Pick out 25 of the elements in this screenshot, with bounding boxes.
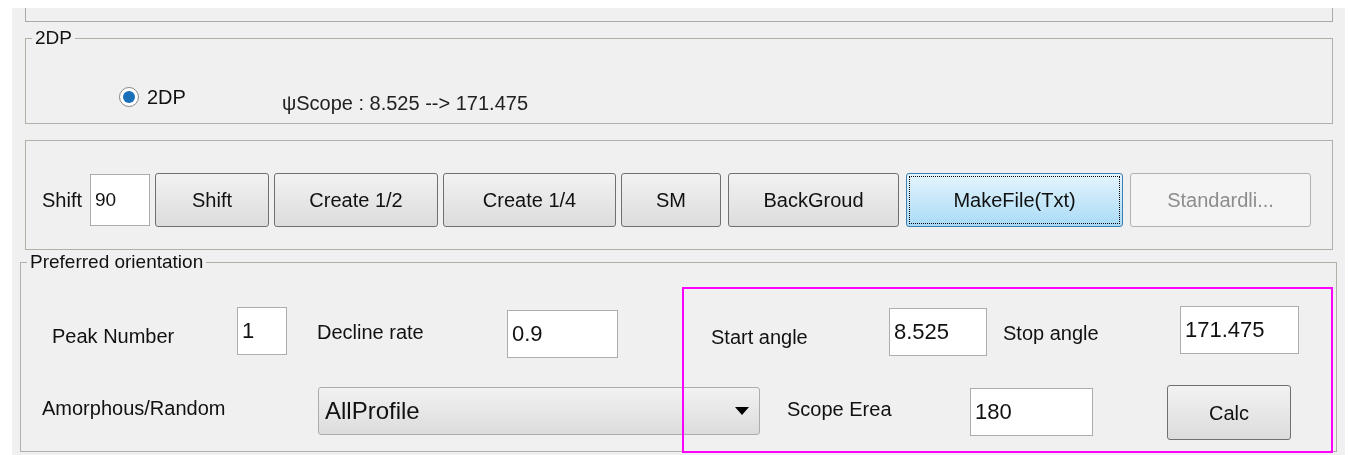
- field-label: Peak Number: [52, 324, 175, 349]
- number-input[interactable]: 0.9: [507, 310, 618, 358]
- number-input[interactable]: 1: [237, 307, 287, 355]
- toolbar-button[interactable]: MakeFile(Txt): [906, 173, 1124, 227]
- toolbar-button[interactable]: Create 1/2: [274, 173, 439, 227]
- number-input[interactable]: 180: [970, 388, 1093, 436]
- toolbar-button[interactable]: Shift: [155, 173, 270, 227]
- number-input[interactable]: 171.475: [1180, 306, 1299, 354]
- field-label: Stop angle: [1003, 321, 1099, 346]
- toolbar-button[interactable]: Create 1/4: [443, 173, 617, 227]
- field-label: Decline rate: [317, 320, 424, 345]
- radio-label: 2DP: [147, 85, 186, 110]
- dropdown[interactable]: AllProfile: [318, 387, 760, 435]
- field-label: Scope Erea: [787, 397, 892, 422]
- toolbar-button[interactable]: BackGroud: [728, 173, 900, 227]
- scope-text: ψScope : 8.525 --> 171.475: [281, 91, 528, 116]
- shift-input[interactable]: 90: [90, 174, 151, 226]
- radio-button[interactable]: [119, 87, 139, 107]
- field-label: Amorphous/Random: [42, 396, 226, 421]
- caret-icon: [735, 407, 749, 415]
- toolbar-button[interactable]: SM: [621, 173, 722, 227]
- calc-button[interactable]: Calc: [1167, 385, 1291, 440]
- shift-label: Shift: [42, 188, 83, 213]
- field-label: Start angle: [711, 325, 808, 350]
- number-input[interactable]: 8.525: [889, 308, 987, 356]
